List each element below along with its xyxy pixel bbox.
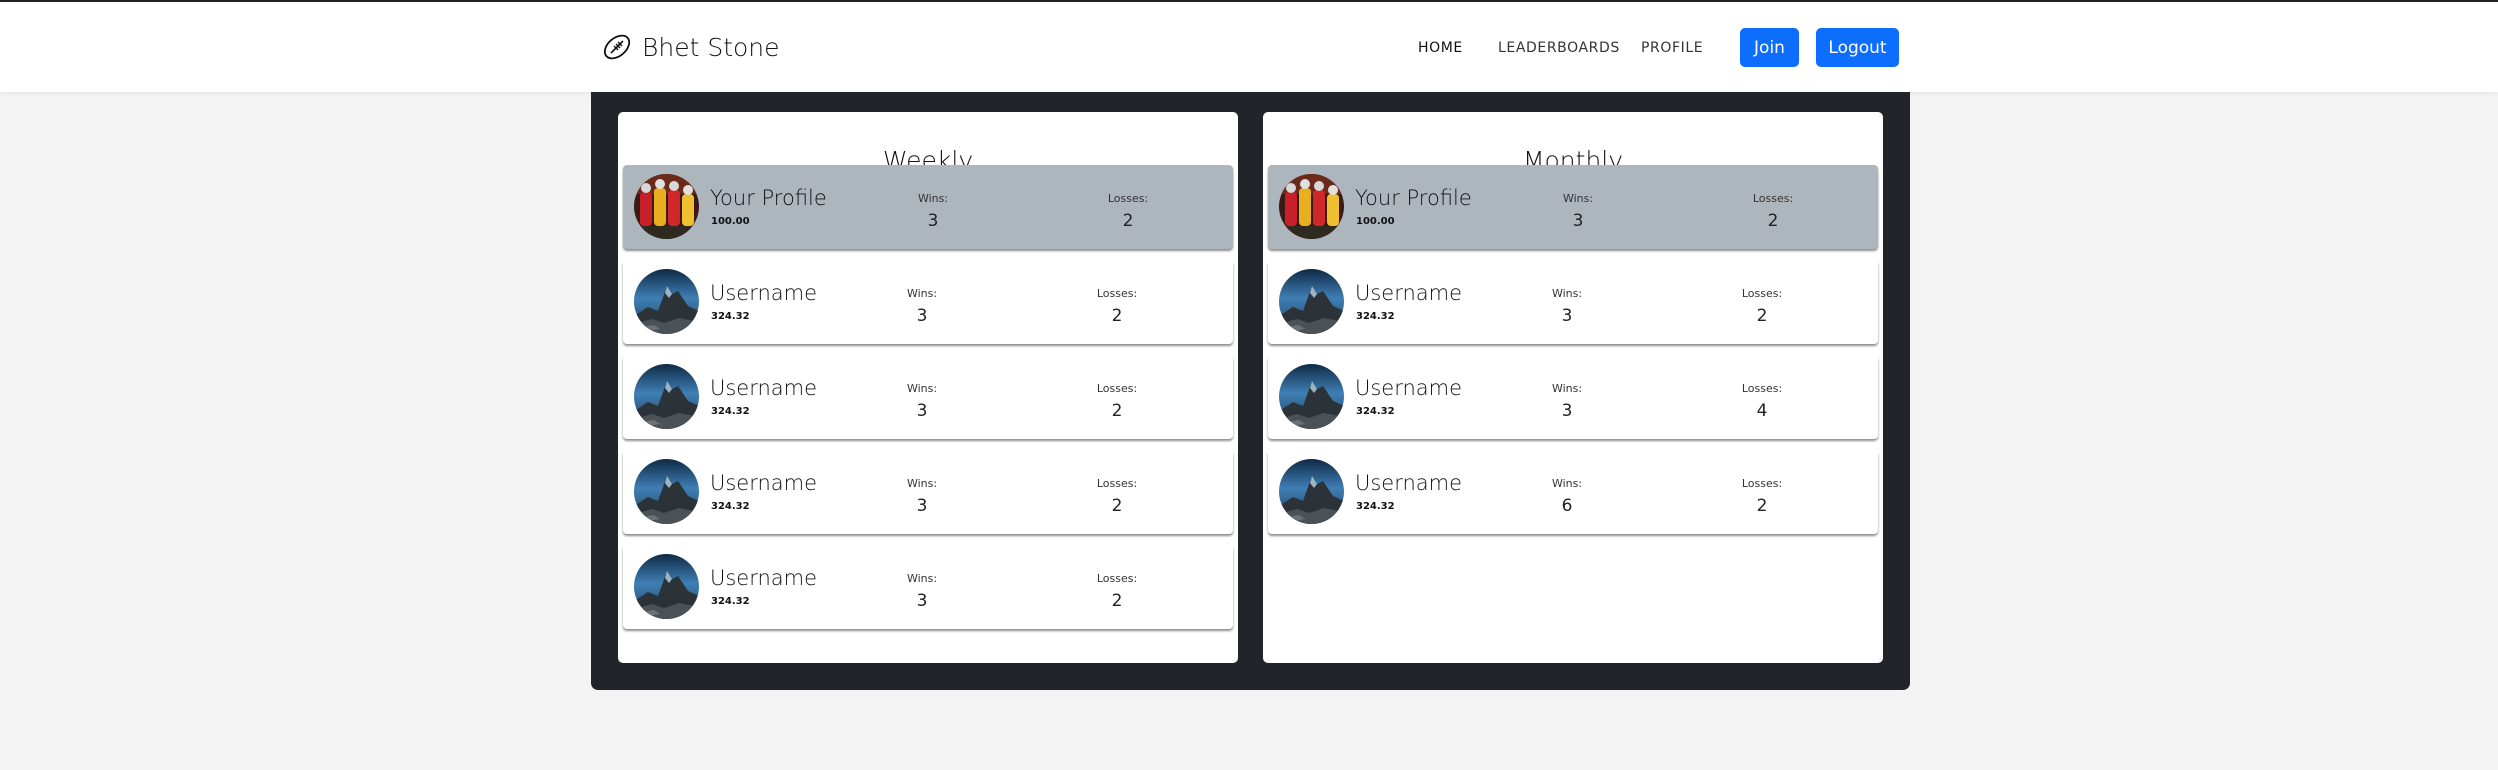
nav-profile[interactable]: PROFILE (1641, 40, 1703, 56)
mountain-avatar[interactable] (1279, 364, 1344, 429)
wins-label: Wins: (1551, 477, 1583, 490)
losses-label: Losses: (1096, 287, 1138, 300)
losses-label: Losses: (1096, 382, 1138, 395)
logout-button[interactable]: Logout (1816, 28, 1899, 67)
monthly-panel: Monthly Your Profile 100.00 Wins: 3 Losses: 2… (1263, 112, 1883, 663)
wins-value: 3 (1572, 211, 1584, 231)
user-score: 324.32 (1356, 311, 1395, 322)
join-button[interactable]: Join (1740, 28, 1799, 67)
wins-label: Wins: (906, 572, 938, 585)
mountain-avatar[interactable] (634, 364, 699, 429)
losses-value: 4 (1756, 401, 1768, 421)
user-score: 324.32 (1356, 406, 1395, 417)
losses-value: 2 (1111, 496, 1123, 516)
username[interactable]: Username (710, 566, 817, 590)
losses-label: Losses: (1752, 192, 1794, 205)
leaderboard-row[interactable]: Username 324.32 Wins: 3 Losses: 2 (623, 355, 1233, 439)
losses-value: 2 (1111, 591, 1123, 611)
wins-label: Wins: (906, 382, 938, 395)
losses-value: 2 (1756, 496, 1768, 516)
username[interactable]: Your Profile (710, 186, 827, 210)
team-photo-avatar[interactable] (634, 174, 699, 239)
wins-label: Wins: (906, 287, 938, 300)
your-profile-row[interactable]: Your Profile 100.00 Wins: 3 Losses: 2 (1268, 165, 1878, 249)
losses-value: 2 (1111, 306, 1123, 326)
nav-leaderboards[interactable]: LEADERBOARDS (1498, 40, 1620, 56)
mountain-avatar[interactable] (634, 554, 699, 619)
losses-value: 2 (1111, 401, 1123, 421)
user-score: 324.32 (711, 406, 750, 417)
wins-label: Wins: (906, 477, 938, 490)
weekly-panel: Weekly Your Profile 100.00 Wins: 3 Losses: 2 U… (618, 112, 1238, 663)
user-score: 324.32 (711, 596, 750, 607)
wins-label: Wins: (1562, 192, 1594, 205)
wins-value: 3 (916, 591, 928, 611)
leaderboard-row[interactable]: Username 324.32 Wins: 3 Losses: 2 (623, 260, 1233, 344)
username[interactable]: Username (1355, 376, 1462, 400)
losses-label: Losses: (1741, 287, 1783, 300)
wins-label: Wins: (917, 192, 949, 205)
leaderboard-row[interactable]: Username 324.32 Wins: 3 Losses: 2 (623, 545, 1233, 629)
username[interactable]: Your Profile (1355, 186, 1472, 210)
losses-label: Losses: (1096, 477, 1138, 490)
leaderboard-row[interactable]: Username 324.32 Wins: 3 Losses: 4 (1268, 355, 1878, 439)
losses-label: Losses: (1741, 477, 1783, 490)
wins-value: 3 (916, 306, 928, 326)
username[interactable]: Username (1355, 281, 1462, 305)
football-icon (600, 30, 634, 64)
username[interactable]: Username (710, 376, 817, 400)
user-score: 100.00 (1356, 216, 1395, 227)
wins-label: Wins: (1551, 287, 1583, 300)
leaderboards-container: Weekly Your Profile 100.00 Wins: 3 Losses: 2 U… (591, 92, 1910, 690)
leaderboard-row[interactable]: Username 324.32 Wins: 6 Losses: 2 (1268, 450, 1878, 534)
wins-value: 3 (916, 401, 928, 421)
nav-home[interactable]: HOME (1418, 40, 1463, 56)
team-photo-avatar[interactable] (1279, 174, 1344, 239)
username[interactable]: Username (710, 281, 817, 305)
leaderboard-row[interactable]: Username 324.32 Wins: 3 Losses: 2 (1268, 260, 1878, 344)
losses-value: 2 (1756, 306, 1768, 326)
user-score: 100.00 (711, 216, 750, 227)
brand[interactable]: Bhet Stone (600, 30, 780, 64)
user-score: 324.32 (711, 501, 750, 512)
losses-label: Losses: (1096, 572, 1138, 585)
mountain-avatar[interactable] (634, 459, 699, 524)
wins-value: 6 (1561, 496, 1573, 516)
mountain-avatar[interactable] (1279, 459, 1344, 524)
mountain-avatar[interactable] (1279, 269, 1344, 334)
username[interactable]: Username (710, 471, 817, 495)
wins-value: 3 (916, 496, 928, 516)
brand-name: Bhet Stone (642, 32, 780, 62)
losses-label: Losses: (1741, 382, 1783, 395)
your-profile-row[interactable]: Your Profile 100.00 Wins: 3 Losses: 2 (623, 165, 1233, 249)
user-score: 324.32 (711, 311, 750, 322)
mountain-avatar[interactable] (634, 269, 699, 334)
wins-value: 3 (927, 211, 939, 231)
wins-value: 3 (1561, 306, 1573, 326)
leaderboard-row[interactable]: Username 324.32 Wins: 3 Losses: 2 (623, 450, 1233, 534)
user-score: 324.32 (1356, 501, 1395, 512)
wins-value: 3 (1561, 401, 1573, 421)
losses-value: 2 (1122, 211, 1134, 231)
losses-value: 2 (1767, 211, 1779, 231)
wins-label: Wins: (1551, 382, 1583, 395)
username[interactable]: Username (1355, 471, 1462, 495)
losses-label: Losses: (1107, 192, 1149, 205)
navbar: Bhet Stone HOME LEADERBOARDS PROFILE Joi… (0, 2, 2498, 92)
